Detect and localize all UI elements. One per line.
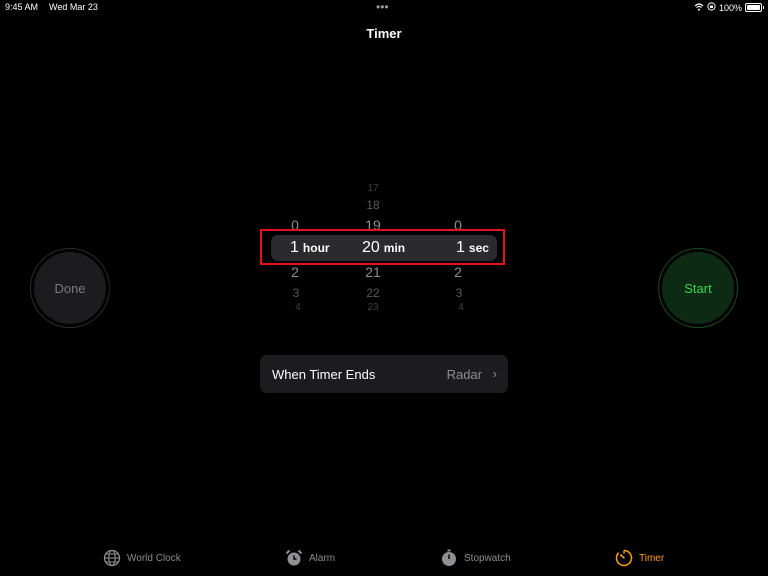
hours-option[interactable]: 4 (278, 302, 318, 313)
tab-label: World Clock (127, 552, 181, 564)
stopwatch-icon (440, 549, 458, 567)
status-time: 9:45 AM (5, 2, 39, 12)
wifi-icon (694, 2, 704, 13)
tab-label: Timer (639, 552, 665, 564)
seconds-option[interactable]: 3 (439, 286, 479, 300)
status-icons: 100% (694, 2, 764, 13)
hours-option[interactable]: 3 (276, 286, 316, 300)
minutes-option[interactable]: 23 (353, 302, 393, 313)
battery-icon (745, 3, 764, 12)
tab-label: Alarm (309, 552, 336, 564)
tab-stopwatch[interactable]: Stopwatch (440, 549, 511, 567)
timer-icon (615, 549, 633, 567)
seconds-option[interactable]: 4 (441, 302, 481, 313)
minutes-option[interactable]: 17 (353, 183, 393, 194)
when-timer-ends-row[interactable]: When Timer Ends Radar › (260, 355, 508, 393)
minutes-option[interactable]: 21 (353, 264, 393, 280)
status-bar: 9:45 AM Wed Mar 23 ••• 100% (0, 0, 768, 16)
tab-label: Stopwatch (464, 552, 511, 564)
battery-percent: 100% (718, 2, 742, 13)
tab-alarm[interactable]: Alarm (285, 549, 335, 567)
hours-option[interactable]: 2 (275, 264, 315, 280)
selection-highlight-box (260, 229, 505, 265)
orientation-lock-icon (707, 2, 716, 13)
when-timer-ends-label: When Timer Ends (272, 367, 376, 382)
when-timer-ends-value: Radar (446, 367, 482, 382)
globe-icon (103, 549, 121, 567)
minutes-option[interactable]: 18 (353, 198, 393, 212)
done-button[interactable]: Done (30, 248, 110, 328)
tab-world-clock[interactable]: World Clock (103, 549, 181, 567)
tab-timer[interactable]: Timer (615, 549, 664, 567)
start-button[interactable]: Start (658, 248, 738, 328)
page-title: Timer (366, 26, 402, 41)
chevron-right-icon: › (492, 366, 497, 381)
minutes-option[interactable]: 22 (353, 286, 393, 300)
alarm-clock-icon (285, 549, 303, 567)
seconds-option[interactable]: 2 (438, 264, 478, 280)
status-date: Wed Mar 23 (49, 2, 98, 12)
tab-bar: World Clock Alarm Stopwatch Timer (0, 540, 768, 576)
multitasking-dots[interactable]: ••• (376, 0, 389, 14)
